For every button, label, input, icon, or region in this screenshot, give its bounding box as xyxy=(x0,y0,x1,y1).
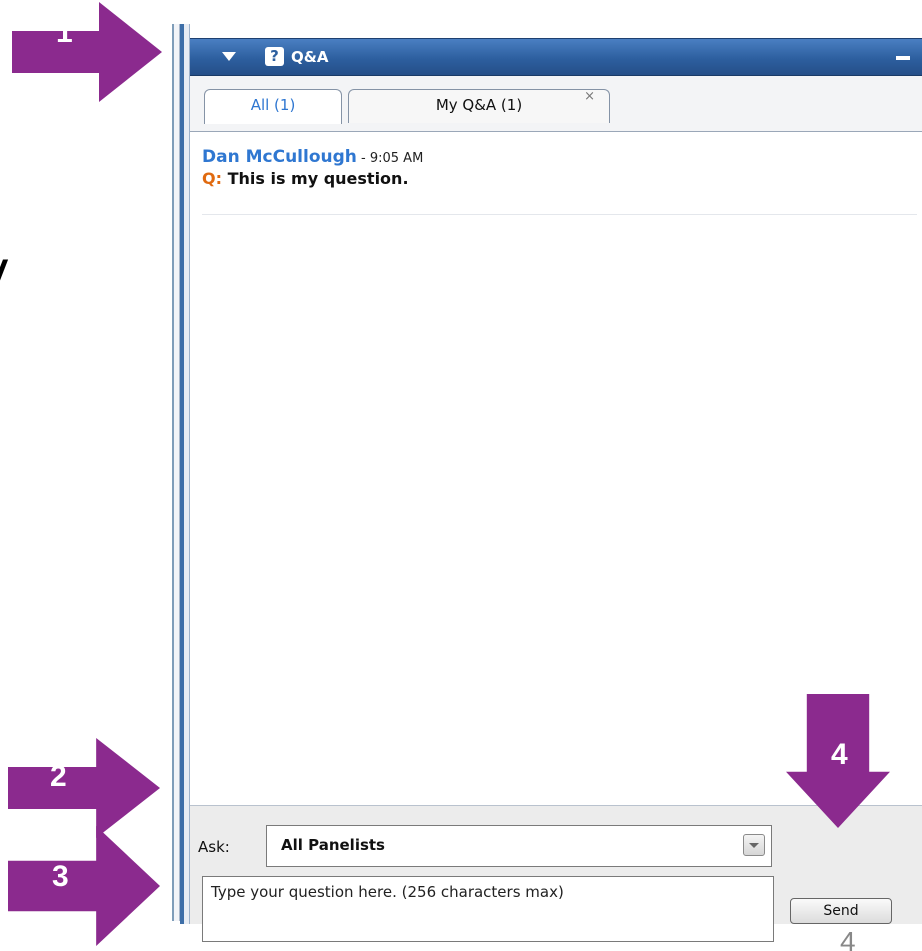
chevron-down-icon xyxy=(749,843,759,848)
question-prefix: Q: xyxy=(202,169,222,188)
message-body: Q: This is my question. xyxy=(202,168,409,190)
callout-arrow-3 xyxy=(8,826,160,946)
message-text: This is my question. xyxy=(222,169,409,188)
send-button[interactable]: Send xyxy=(790,898,892,924)
slide: / ? Q&A All (1) My Q&A (1) × Dan McCullo… xyxy=(0,0,922,951)
tab-all[interactable]: All (1) xyxy=(204,89,342,124)
list-item[interactable]: Dan McCullough - 9:05 AM Q: This is my q… xyxy=(202,144,917,215)
ask-selected-value: All Panelists xyxy=(281,836,385,854)
ask-recipient-select[interactable]: All Panelists xyxy=(266,825,772,867)
qa-panel-header[interactable]: ? Q&A xyxy=(190,38,922,76)
message-time: - 9:05 AM xyxy=(356,151,424,166)
page-number: 4 xyxy=(840,926,856,951)
callout-arrow-2 xyxy=(8,738,160,838)
callout-number-1: 1 xyxy=(56,16,73,49)
ask-label: Ask: xyxy=(198,838,230,856)
callout-number-3: 3 xyxy=(52,860,69,893)
message-sender: Dan McCullough xyxy=(202,147,357,167)
close-icon[interactable]: × xyxy=(584,82,595,112)
tab-bar: All (1) My Q&A (1) × xyxy=(190,76,922,132)
panel-title: Q&A xyxy=(291,48,329,66)
minimize-icon[interactable] xyxy=(896,56,910,60)
question-mark-icon: ? xyxy=(265,47,284,66)
collapse-caret-icon[interactable] xyxy=(222,52,236,61)
callout-number-4: 4 xyxy=(831,738,848,771)
slide-edge-text: / xyxy=(0,252,4,302)
ask-area: Ask: All Panelists Send xyxy=(190,806,922,942)
callout-number-2: 2 xyxy=(50,760,67,793)
tab-all-label: All (1) xyxy=(250,96,296,114)
tab-my-qa-label: My Q&A (1) xyxy=(435,96,523,114)
question-input[interactable] xyxy=(202,876,774,942)
dropdown-button[interactable] xyxy=(743,834,765,856)
callout-arrow-1 xyxy=(12,2,162,102)
panel-left-frame xyxy=(172,24,180,921)
tab-my-qa[interactable]: My Q&A (1) × xyxy=(348,89,610,123)
message-meta: Dan McCullough - 9:05 AM xyxy=(202,146,423,170)
